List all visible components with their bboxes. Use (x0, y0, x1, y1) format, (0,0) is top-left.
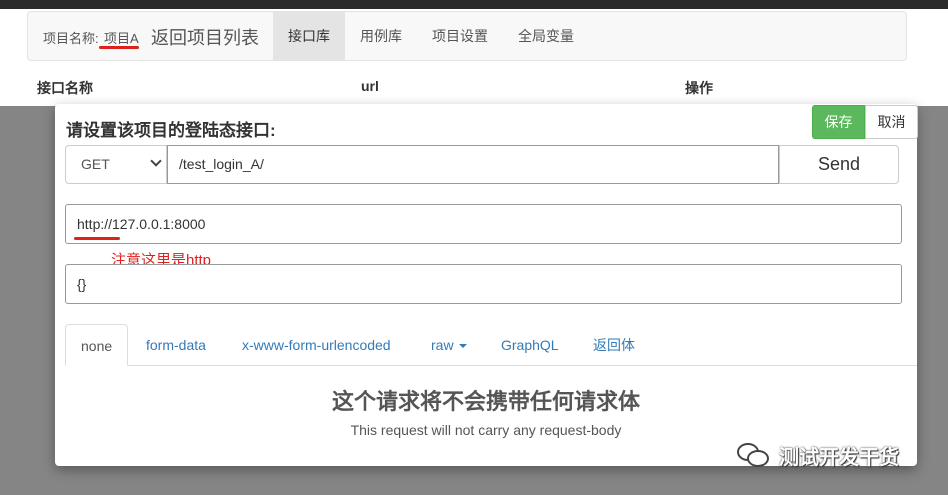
empty-body-subtitle: This request will not carry any request-… (350, 422, 622, 438)
tab-none[interactable]: none (65, 324, 129, 366)
empty-body-title: 这个请求将不会携带任何请求体 (331, 389, 640, 414)
tab-case-library[interactable]: 用例库 (345, 12, 417, 60)
tab-api-library[interactable]: 接口库 (273, 12, 345, 60)
login-api-modal: 请设置该项目的登陆态接口: 保存 取消 GET /test_login_A/ S… (55, 104, 918, 466)
save-button[interactable]: 保存 (812, 105, 865, 139)
column-api-name: 接口名称 (37, 80, 93, 96)
tab-global-variables[interactable]: 全局变量 (503, 12, 589, 60)
top-bar (0, 0, 948, 9)
column-actions: 操作 (685, 80, 713, 96)
method-value: GET (81, 156, 110, 172)
host-input[interactable]: http://127.0.0.1:8000 (65, 204, 902, 244)
request-body-input[interactable]: {} (65, 264, 902, 304)
send-button[interactable]: Send (779, 145, 899, 184)
table-header: 接口名称 url 操作 (0, 70, 948, 106)
tab-form-data[interactable]: form-data (146, 324, 206, 366)
annotation-underline (74, 237, 120, 240)
watermark-text: 测试开发干货 (779, 446, 899, 469)
tab-project-settings[interactable]: 项目设置 (417, 12, 503, 60)
chevron-down-icon (150, 155, 162, 167)
url-input[interactable]: /test_login_A/ (167, 145, 779, 184)
back-to-projects-link[interactable]: 返回项目列表 (151, 24, 259, 50)
tab-x-www-form-urlencoded[interactable]: x-www-form-urlencoded (242, 324, 391, 366)
body-type-tabs: none form-data x-www-form-urlencoded raw… (65, 324, 917, 366)
modal-title: 请设置该项目的登陆态接口: (66, 121, 276, 140)
tab-graphql[interactable]: GraphQL (501, 324, 559, 366)
watermark: 测试开发干货 (735, 438, 899, 472)
project-name-label: 项目名称: (43, 31, 99, 46)
cancel-button[interactable]: 取消 (865, 105, 918, 139)
tab-response-body[interactable]: 返回体 (593, 324, 635, 366)
column-url: url (361, 78, 379, 94)
tab-raw-label: raw (431, 337, 454, 353)
method-select[interactable]: GET (65, 145, 167, 184)
caret-down-icon (458, 344, 467, 349)
project-navbar: 项目名称: 项目A 返回项目列表 接口库 用例库 项目设置 全局变量 (27, 11, 907, 61)
wechat-icon (735, 440, 771, 470)
annotation-underline (99, 46, 139, 49)
project-name: 项目A (104, 31, 139, 46)
tab-raw[interactable]: raw (431, 324, 467, 366)
